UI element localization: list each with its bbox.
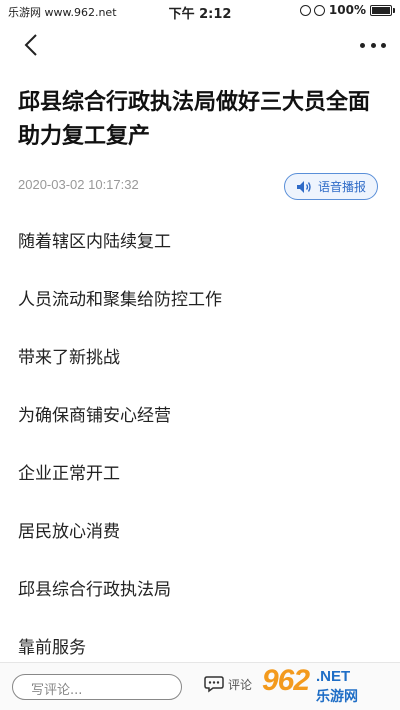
watermark-suffix: .NET [316, 668, 351, 685]
status-right-group: 100% [299, 3, 395, 17]
rotation-lock-icon [299, 4, 311, 16]
audio-broadcast-button[interactable]: 语音播报 [284, 173, 378, 200]
nav-bar [0, 22, 400, 66]
audio-broadcast-label: 语音播报 [317, 180, 366, 194]
status-bar: 乐游网 www.962.net 下午 2:12 100% [0, 0, 400, 22]
battery-fill [372, 6, 390, 14]
article-paragraph: 居民放心消费 [18, 522, 120, 542]
alarm-icon [313, 4, 325, 16]
article-paragraph: 企业正常开工 [18, 464, 120, 484]
dot [370, 42, 376, 48]
more-dots-icon[interactable] [360, 32, 386, 58]
article-paragraph: 带来了新挑战 [18, 348, 120, 368]
article-content: 随着辖区内陆续复工 人员流动和聚集给防控工作 带来了新挑战 为确保商铺安心经营 … [18, 222, 382, 686]
article-paragraph: 邱县综合行政执法局 [18, 580, 171, 600]
watermark-brand: 962 [262, 664, 310, 697]
dot [360, 42, 365, 48]
watermark-cn: 乐游网 [316, 689, 358, 705]
battery-percent: 100% [328, 3, 366, 17]
article-paragraph: 人员流动和聚集给防控工作 [18, 290, 222, 310]
article-title: 邱县综合行政执法局做好三大员全面助力复工复产 [18, 90, 371, 149]
comment-button[interactable]: 评论 [204, 675, 252, 693]
speaker-icon [296, 180, 311, 193]
comment-bubble-icon [204, 676, 224, 693]
dot [381, 42, 386, 48]
comment-input[interactable]: 写评论... [12, 674, 182, 700]
watermark-logo: 962 .NET 乐游网 [262, 664, 394, 706]
comment-label: 评论 [228, 677, 253, 692]
article-paragraph: 为确保商铺安心经营 [18, 406, 171, 426]
article-date: 2020-03-02 10:17:32 [18, 177, 139, 192]
battery-icon [370, 4, 395, 16]
chevron-left-icon[interactable] [20, 32, 42, 58]
article-paragraph: 随着辖区内陆续复工 [18, 232, 171, 252]
